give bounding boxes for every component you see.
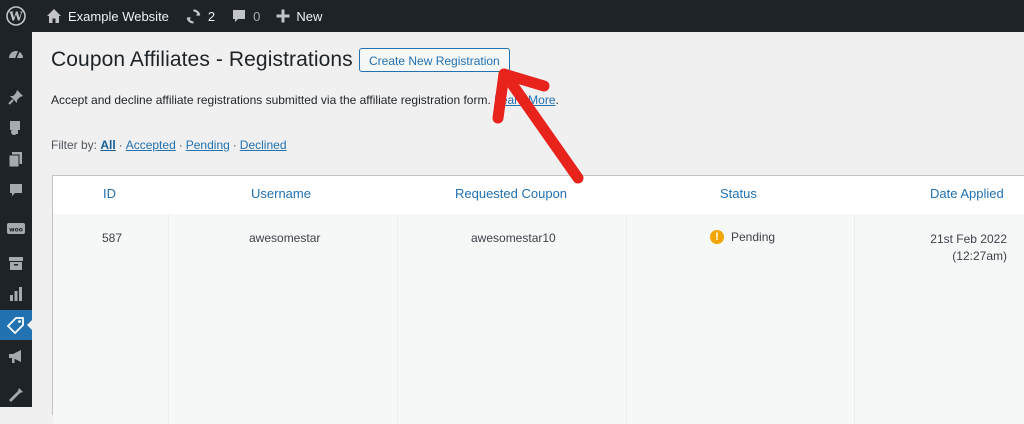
description-end: . [555,93,559,107]
page-title: Coupon Affiliates - Registrations [51,48,353,71]
table-row[interactable]: 587 awesomestar awesomestar10 ! Pending … [53,214,1024,424]
dashboard-icon[interactable] [0,39,32,69]
table-header: ID Username Requested Coupon Status Date… [53,176,1024,215]
filter-accepted-link[interactable]: Accepted [126,138,176,152]
learn-more-link[interactable]: Learn More [494,93,555,107]
create-new-registration-button[interactable]: Create New Registration [359,48,510,72]
cell-date-applied: 21st Feb 2022 (12:27am) [930,231,1007,265]
column-header-id[interactable]: ID [103,186,116,201]
updates-count: 2 [207,8,216,24]
woo-icon[interactable]: woo [0,214,32,244]
comments-link[interactable]: 0 [223,0,268,32]
site-name: Example Website [68,8,169,24]
filter-all-link[interactable]: All [100,138,115,152]
page-description: Accept and decline affiliate registratio… [51,93,559,107]
filter-pending-link[interactable]: Pending [186,138,230,152]
new-content-link[interactable]: New [268,0,330,32]
annotation-arrow-icon [492,68,584,184]
filter-label: Filter by: [51,138,98,152]
site-name-link[interactable]: Example Website [38,0,177,32]
tools-icon[interactable] [0,380,32,410]
cell-status: ! Pending [710,230,775,244]
cell-id: 587 [102,231,123,245]
updates-icon [185,8,202,25]
admin-sidebar: woo [0,32,33,410]
wordpress-logo-icon[interactable]: W [0,0,32,32]
time-text: (12:27am) [952,249,1007,263]
admin-bar: W Example Website 2 0 New [0,0,1024,32]
new-label: New [296,8,323,24]
description-text: Accept and decline affiliate registratio… [51,93,491,107]
active-caret [27,319,33,331]
column-header-requested-coupon[interactable]: Requested Coupon [455,186,567,201]
media-icon[interactable] [0,113,32,143]
archive-icon[interactable] [0,248,32,278]
updates-link[interactable]: 2 [177,0,223,32]
filter-declined-link[interactable]: Declined [240,138,287,152]
home-icon [46,8,62,24]
pin-icon[interactable] [0,82,32,112]
column-header-status[interactable]: Status [720,186,757,201]
svg-text:woo: woo [9,227,23,234]
analytics-icon[interactable] [0,279,32,309]
plus-icon [276,9,290,23]
pages-icon[interactable] [0,144,32,174]
comment-bubble-icon [231,8,247,24]
cell-username: awesomestar [249,231,321,245]
registrations-table: ID Username Requested Coupon Status Date… [52,175,1024,424]
status-text: Pending [731,230,776,244]
column-header-date-applied[interactable]: Date Applied [930,186,1004,201]
date-text: 21st Feb 2022 [930,232,1007,246]
coupon-tag-icon[interactable] [0,310,33,340]
megaphone-icon[interactable] [0,341,32,371]
comments-count: 0 [253,8,261,24]
comments-icon[interactable] [0,175,32,205]
column-header-username[interactable]: Username [251,186,311,201]
pending-warning-icon: ! [710,230,724,244]
filter-bar: Filter by: All · Accepted · Pending · Declined [51,138,287,152]
svg-text:W: W [8,10,23,24]
cell-requested-coupon: awesomestar10 [471,231,556,245]
